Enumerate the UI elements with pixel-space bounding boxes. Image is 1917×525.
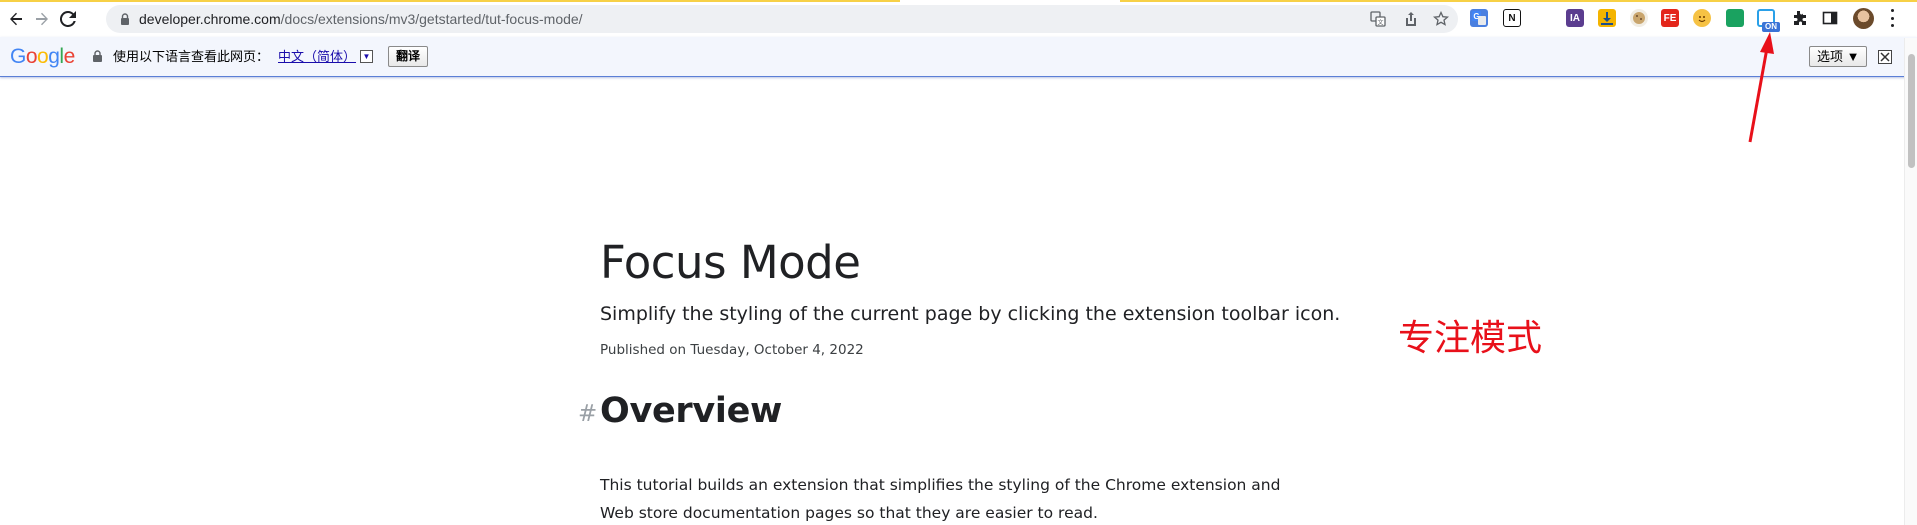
fe-extension-icon[interactable]: FE — [1661, 9, 1679, 27]
back-button[interactable] — [5, 8, 27, 30]
side-panel-icon[interactable] — [1821, 9, 1839, 27]
section-heading-overview: Overview — [600, 391, 783, 431]
svg-text:文: 文 — [1377, 19, 1383, 27]
intro-paragraph: This tutorial builds an extension that s… — [600, 476, 1281, 522]
google-logo: Google — [10, 45, 75, 68]
lock-icon — [121, 13, 129, 25]
page-subtitle: Simplify the styling of the current page… — [600, 303, 1341, 325]
page-title: Focus Mode — [600, 236, 861, 289]
cookie-extension-icon[interactable] — [1630, 9, 1648, 27]
browser-toolbar: developer.chrome.com/docs/extensions/mv3… — [0, 0, 1917, 37]
url-text[interactable]: developer.chrome.com/docs/extensions/mv3… — [139, 11, 583, 27]
green-extension-icon[interactable] — [1726, 9, 1744, 27]
translate-language-link[interactable]: 中文（简体） — [278, 49, 356, 65]
download-extension-icon[interactable] — [1598, 9, 1616, 27]
back-arrow-icon — [10, 12, 22, 26]
forward-arrow-icon — [36, 12, 48, 26]
bookmark-star-icon[interactable] — [1432, 10, 1450, 28]
profile-avatar[interactable] — [1853, 8, 1874, 29]
forward-button[interactable] — [31, 8, 53, 30]
notion-extension-icon[interactable]: N — [1503, 9, 1521, 27]
translate-prompt: 使用以下语言查看此网页： — [113, 49, 270, 64]
options-button[interactable]: 选项 ▼ — [1809, 46, 1868, 67]
ia-extension-icon[interactable]: IA — [1566, 9, 1584, 27]
emoji-extension-icon[interactable] — [1693, 9, 1711, 27]
puzzle-extensions-icon[interactable] — [1790, 9, 1808, 27]
language-dropdown-icon[interactable]: ▼ — [360, 50, 373, 63]
page-scrollbar[interactable] — [1904, 38, 1917, 525]
browser-menu-icon[interactable] — [1889, 9, 1895, 27]
translate-page-icon[interactable]: 文 — [1369, 10, 1387, 28]
annotation-arrow — [1748, 32, 1774, 143]
reload-icon — [60, 11, 76, 27]
close-icon[interactable] — [1878, 50, 1892, 64]
heading-anchor-link[interactable]: # — [578, 399, 597, 429]
translate-button[interactable]: 翻译 — [388, 46, 429, 67]
reload-button[interactable] — [57, 8, 79, 30]
address-bar[interactable]: developer.chrome.com/docs/extensions/mv3… — [106, 5, 1458, 33]
lock-icon — [93, 50, 102, 62]
annotation-label: 专注模式 — [1398, 318, 1543, 359]
share-icon[interactable] — [1402, 10, 1420, 28]
url-path: /docs/extensions/mv3/getstarted/tut-focu… — [280, 11, 583, 27]
published-date: Published on Tuesday, October 4, 2022 — [600, 342, 864, 358]
google-translate-extension-icon[interactable]: G — [1470, 9, 1488, 27]
translate-infobar: Google 使用以下语言查看此网页： 中文（简体） ▼ 翻译 选项 ▼ — [0, 37, 1917, 77]
url-host: developer.chrome.com — [139, 11, 281, 27]
loading-indicator — [0, 0, 1917, 2]
scrollbar-thumb[interactable] — [1908, 54, 1915, 168]
